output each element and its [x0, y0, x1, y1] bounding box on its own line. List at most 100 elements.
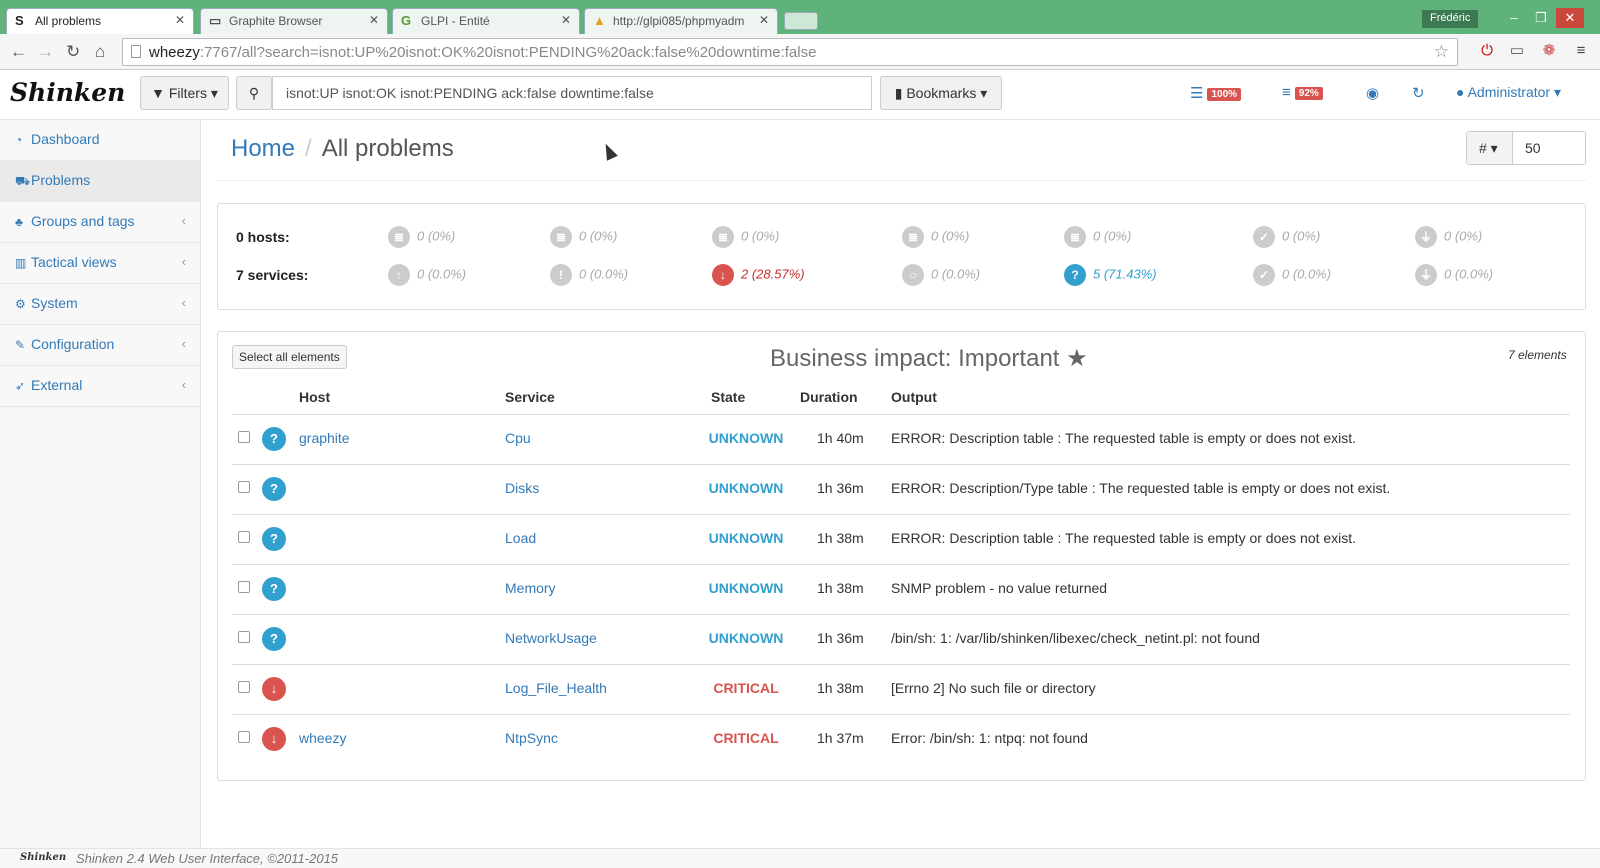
- close-tab-icon[interactable]: ✕: [369, 13, 379, 27]
- select-all-button[interactable]: Select all elements: [232, 345, 347, 369]
- table-row: ↓ Log_File_Health CRITICAL 1h 38m [Errno 2] …: [232, 664, 1570, 714]
- eye-icon[interactable]: ◉: [1366, 84, 1379, 102]
- minimize-icon[interactable]: –: [1500, 8, 1528, 28]
- sidebar-item-configuration[interactable]: ✎ Configuration ‹: [0, 325, 200, 366]
- sidebar-item-tactical[interactable]: ▥ Tactical views ‹: [0, 243, 200, 284]
- question-icon[interactable]: ?: [262, 427, 286, 451]
- duration-value: 1h 36m: [817, 630, 864, 646]
- tab-graphite[interactable]: ▭ Graphite Browser ✕: [200, 8, 388, 34]
- row-checkbox[interactable]: [238, 581, 250, 593]
- address-bar[interactable]: wheezy:7767/all?search=isnot:UP%20isnot:…: [122, 38, 1458, 66]
- admin-menu[interactable]: ● Administrator ▾: [1456, 84, 1561, 101]
- restore-icon[interactable]: ❐: [1527, 8, 1555, 28]
- bookmark-star-icon[interactable]: ☆: [1434, 42, 1449, 62]
- close-window-icon[interactable]: ✕: [1556, 8, 1584, 28]
- question-icon[interactable]: ?: [262, 627, 286, 651]
- sidebar-item-label: Configuration: [31, 336, 115, 352]
- sidebar-item-groups[interactable]: ♣ Groups and tags ‹: [0, 202, 200, 243]
- footer-logo: Shinken: [20, 852, 67, 863]
- host-ack-counter[interactable]: ✓ 0 (0%): [1253, 226, 1320, 248]
- close-tab-icon[interactable]: ✕: [175, 13, 185, 27]
- screenshot-icon[interactable]: ▭: [1508, 42, 1526, 60]
- service-link[interactable]: NtpSync: [505, 730, 558, 746]
- row-checkbox[interactable]: [238, 681, 250, 693]
- hosts-status-link[interactable]: ☰ 100%: [1190, 84, 1242, 102]
- browser-toolbar: ← → ↻ ⌂ wheezy:7767/all?search=isnot:UP%…: [0, 34, 1600, 70]
- search-input[interactable]: isnot:UP isnot:OK isnot:PENDING ack:fals…: [272, 76, 872, 110]
- sidebar-item-label: Problems: [31, 172, 91, 188]
- search-button[interactable]: ⚲: [236, 76, 272, 110]
- host-unreachable-counter[interactable]: ≣ 0 (0%): [550, 226, 617, 248]
- table-row: ? Disks UNKNOWN 1h 36m ERROR: Description/Ty…: [232, 464, 1570, 514]
- host-up-counter[interactable]: ≣ 0 (0%): [388, 226, 455, 248]
- sidebar-item-dashboard[interactable]: ◔ Dashboard: [0, 120, 200, 161]
- host-downtime-counter[interactable]: ⏚ 0 (0%): [1415, 226, 1482, 248]
- services-status-link[interactable]: ≡ 92%: [1282, 84, 1323, 101]
- service-ok-counter[interactable]: ↑ 0 (0.0%): [388, 264, 466, 286]
- row-checkbox[interactable]: [238, 631, 250, 643]
- question-icon: ?: [1064, 264, 1086, 286]
- host-link[interactable]: wheezy: [299, 730, 346, 746]
- question-icon[interactable]: ?: [262, 477, 286, 501]
- close-tab-icon[interactable]: ✕: [759, 13, 769, 27]
- counter-value: 5 (71.43%): [1093, 266, 1157, 282]
- new-tab-button[interactable]: [784, 12, 818, 30]
- service-link[interactable]: Memory: [505, 580, 556, 596]
- tab-phpmyadmin[interactable]: ▲ http://glpi085/phpmyadm ✕: [584, 8, 778, 34]
- bookmarks-button[interactable]: ▮ Bookmarks ▾: [880, 76, 1002, 110]
- row-checkbox[interactable]: [238, 431, 250, 443]
- close-tab-icon[interactable]: ✕: [561, 13, 571, 27]
- row-checkbox[interactable]: [238, 731, 250, 743]
- host-down-counter[interactable]: ≣ 0 (0%): [712, 226, 779, 248]
- home-icon[interactable]: ⌂: [95, 42, 105, 62]
- sidebar-item-external[interactable]: ➶ External ‹: [0, 366, 200, 407]
- state-label: CRITICAL: [713, 680, 779, 696]
- color-picker-icon[interactable]: ❁: [1540, 42, 1558, 60]
- filters-button[interactable]: ▼ Filters ▾: [140, 76, 229, 110]
- arrow-down-icon[interactable]: ↓: [262, 727, 286, 751]
- adblock-icon[interactable]: ⏻: [1478, 42, 1496, 60]
- service-pending-counter[interactable]: ○ 0 (0.0%): [902, 264, 980, 286]
- sidebar-item-system[interactable]: ⚙ System ‹: [0, 284, 200, 325]
- user-icon: ●: [1456, 84, 1465, 100]
- counter-value: 2 (28.57%): [741, 266, 805, 282]
- admin-label: Administrator: [1467, 84, 1551, 100]
- service-link[interactable]: Load: [505, 530, 536, 546]
- shinken-logo[interactable]: Shinken: [10, 78, 125, 107]
- row-checkbox[interactable]: [238, 481, 250, 493]
- state-label: UNKNOWN: [708, 630, 784, 646]
- menu-icon[interactable]: ≡: [1572, 42, 1590, 60]
- arrow-down-icon[interactable]: ↓: [262, 677, 286, 701]
- per-page-selector[interactable]: # ▾ 50: [1466, 131, 1586, 165]
- per-page-dropdown[interactable]: # ▾: [1467, 132, 1513, 164]
- service-unknown-counter[interactable]: ? 5 (71.43%): [1064, 264, 1157, 286]
- per-page-value[interactable]: 50: [1525, 140, 1541, 156]
- service-warning-counter[interactable]: ! 0 (0.0%): [550, 264, 628, 286]
- host-pending-counter[interactable]: ≣ 0 (0%): [902, 226, 969, 248]
- host-unknown-counter[interactable]: ≣ 0 (0%): [1064, 226, 1131, 248]
- refresh-icon[interactable]: ↻: [1412, 84, 1425, 102]
- service-link[interactable]: Disks: [505, 480, 539, 496]
- browser-user-badge[interactable]: Frédéric: [1422, 10, 1479, 28]
- sidebar-item-problems[interactable]: ⛟Problems: [0, 161, 200, 202]
- row-checkbox[interactable]: [238, 531, 250, 543]
- service-ack-counter[interactable]: ✓ 0 (0.0%): [1253, 264, 1331, 286]
- host-link[interactable]: graphite: [299, 430, 350, 446]
- tab-all-problems[interactable]: S All problems ✕: [6, 8, 194, 34]
- state-label: CRITICAL: [713, 730, 779, 746]
- service-link[interactable]: Cpu: [505, 430, 531, 446]
- question-icon[interactable]: ?: [262, 527, 286, 551]
- state-counters-panel: [217, 203, 1586, 310]
- reload-icon[interactable]: ↻: [66, 42, 80, 62]
- question-icon[interactable]: ?: [262, 577, 286, 601]
- service-link[interactable]: Log_File_Health: [505, 680, 607, 696]
- forward-icon[interactable]: →: [37, 42, 54, 62]
- state-label: UNKNOWN: [708, 430, 784, 446]
- service-downtime-counter[interactable]: ⏚ 0 (0.0%): [1415, 264, 1493, 286]
- business-impact-title: Business impact: Important ★: [770, 344, 1088, 373]
- service-link[interactable]: NetworkUsage: [505, 630, 597, 646]
- breadcrumb-home-link[interactable]: Home: [231, 135, 295, 162]
- tab-glpi[interactable]: G GLPI - Entité ✕: [392, 8, 580, 34]
- back-icon[interactable]: ←: [10, 42, 27, 62]
- service-critical-counter[interactable]: ↓ 2 (28.57%): [712, 264, 805, 286]
